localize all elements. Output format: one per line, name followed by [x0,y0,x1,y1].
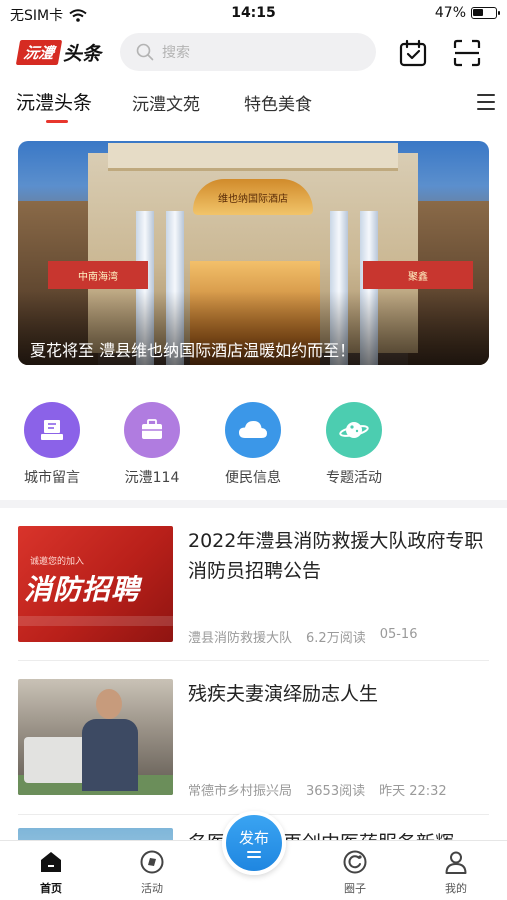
planet-icon [326,402,382,458]
building-roof [108,143,398,171]
news-item[interactable]: 诚邀您的加入 消防招聘 2022年澧县消防救援大队政府专职消防员招聘公告 澧县消… [18,526,489,646]
bottom-nav: 首页 活动 发布 圈子 我的 [0,811,507,900]
channel-tabs: 沅澧头条 沅澧文苑 特色美食 [0,84,507,124]
nav-label: 我的 [445,882,467,895]
entry-label: 专题活动 [326,470,382,486]
hero-banner[interactable]: 维也纳国际酒店 中南海湾 聚鑫 夏花将至 澧县维也纳国际酒店温暖如约而至！ [18,141,489,365]
home-icon [38,849,64,875]
nav-circle[interactable]: 圈子 [320,849,390,896]
news-thumbnail: 诚邀您的加入 消防招聘 [18,526,173,642]
publish-button[interactable]: 发布 [222,811,286,875]
nav-home[interactable]: 首页 [16,849,86,896]
battery-icon [471,7,500,19]
calendar-check-icon[interactable] [398,38,428,68]
banner-caption: 夏花将至 澧县维也纳国际酒店温暖如约而至！ [30,341,356,360]
search-placeholder: 搜索 [162,45,190,61]
entry-label: 便民信息 [225,470,281,486]
publish-label: 发布 [238,829,269,847]
logo-text: 头条 [63,42,102,65]
news-source: 澧县消防救援大队 [188,631,293,646]
list-divider [18,660,489,661]
publish-lines-icon [247,851,261,858]
news-reads: 6.2万阅读 [306,631,366,646]
entry-label: 沅澧114 [124,470,180,486]
tab-yuanli-literature[interactable]: 沅澧文苑 [132,90,200,115]
red-banner-right: 聚鑫 [363,261,473,289]
nav-label: 圈子 [344,882,366,895]
news-thumbnail [18,679,173,795]
scan-icon[interactable] [452,38,482,68]
message-board-icon [24,402,80,458]
status-time: 14:15 [231,5,276,21]
news-date: 昨天 22:32 [379,784,447,799]
tab-yuanli-headlines[interactable]: 沅澧头条 [16,88,92,115]
logo-badge: 沅澧 [15,39,63,65]
entry-label: 城市留言 [24,470,80,486]
briefcase-icon [124,402,180,458]
activity-icon [139,849,165,875]
entry-city-message[interactable]: 城市留言 [7,402,97,487]
entry-special-activities[interactable]: 专题活动 [309,402,399,487]
red-banner-left: 中南海湾 [48,261,148,289]
news-reads: 3653阅读 [306,784,366,799]
search-bar[interactable]: 搜索 [120,33,376,71]
app-logo: 沅澧 头条 [15,39,102,65]
circle-icon [342,849,368,875]
cloud-icon [225,402,281,458]
status-right: 47% [434,5,500,21]
status-bar: 无SIM卡 14:15 47% [0,0,507,28]
thumb-big-text: 消防招聘 [24,573,141,606]
news-title: 2022年澧县消防救援大队政府专职消防员招聘公告 [188,530,484,582]
battery-percent: 47% [434,5,466,21]
section-divider [0,500,507,508]
news-date: 05-16 [379,627,418,642]
search-icon [136,43,154,61]
nav-label: 活动 [141,882,163,895]
nav-mine[interactable]: 我的 [421,849,491,896]
news-meta: 澧县消防救援大队 6.2万阅读 05-16 [188,627,417,646]
thumb-stripe [18,616,173,626]
nav-label: 首页 [40,882,62,895]
news-source: 常德市乡村振兴局 [188,784,293,799]
nav-activity[interactable]: 活动 [117,849,187,896]
news-title: 残疾夫妻演绎励志人生 [188,683,379,705]
news-meta: 常德市乡村振兴局 3653阅读 昨天 22:32 [188,780,447,799]
tab-local-food[interactable]: 特色美食 [244,90,312,115]
quick-entries: 城市留言 沅澧114 便民信息 专题活动 [0,402,507,492]
channel-menu-icon[interactable] [477,94,495,110]
user-icon [443,849,469,875]
entry-yuanli-114[interactable]: 沅澧114 [107,402,197,487]
hotel-sign: 维也纳国际酒店 [193,179,313,215]
thumb-small-text: 诚邀您的加入 [30,557,85,567]
entry-convenience-info[interactable]: 便民信息 [208,402,298,487]
active-tab-indicator [46,120,68,123]
app-header: 沅澧 头条 搜索 [0,30,507,76]
news-item[interactable]: 残疾夫妻演绎励志人生 常德市乡村振兴局 3653阅读 昨天 22:32 [18,679,489,799]
thumb-person [80,689,138,791]
